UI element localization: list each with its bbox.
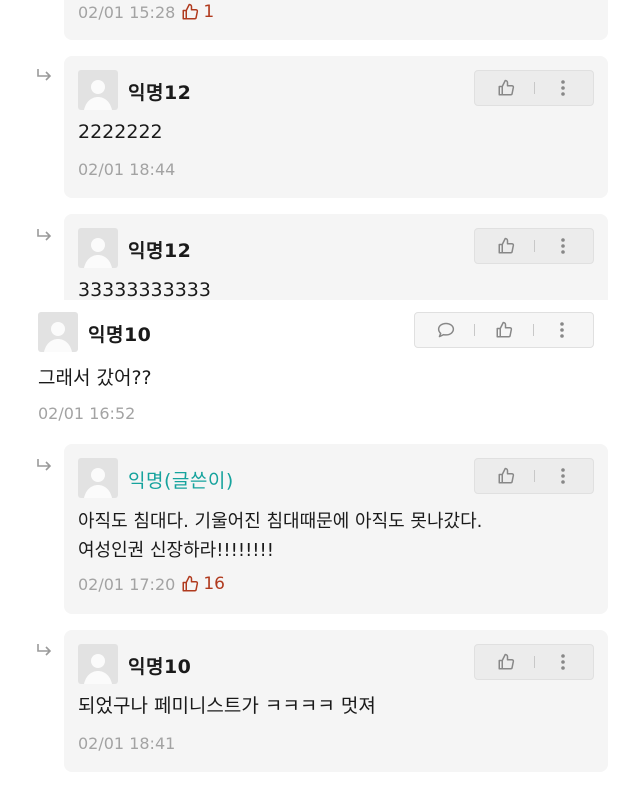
more-button[interactable]	[549, 317, 575, 343]
more-vertical-icon	[560, 80, 565, 96]
comment-meta: 02/01 16:52	[38, 404, 135, 423]
like-button[interactable]	[493, 233, 519, 259]
divider	[533, 470, 535, 482]
more-button[interactable]	[550, 649, 576, 675]
thumbs-up-icon	[182, 575, 199, 592]
divider	[533, 82, 535, 94]
reply-arrow-icon	[36, 643, 52, 657]
author-name[interactable]: 익명10	[88, 320, 151, 347]
avatar	[78, 458, 118, 498]
avatar	[78, 70, 118, 110]
more-vertical-icon	[560, 238, 565, 254]
thumbs-up-icon	[496, 321, 513, 338]
avatar-icon	[84, 80, 112, 110]
comment-meta: 02/01 15:28 1	[78, 2, 214, 22]
speech-bubble-icon	[437, 322, 454, 338]
author-name[interactable]: 익명10	[128, 652, 191, 679]
reply-arrow-icon	[36, 68, 52, 82]
thumbs-up-icon	[498, 467, 514, 484]
comment-meta: 02/01 17:20 16	[78, 574, 225, 594]
reply-card: 익명12 2222222 02/01 18:44	[64, 56, 608, 198]
comment-meta: 02/01 18:44	[78, 160, 175, 179]
timestamp: 02/01 18:41	[78, 734, 176, 753]
more-vertical-icon	[560, 322, 564, 338]
avatar-icon	[44, 322, 72, 352]
reply-button[interactable]	[433, 317, 459, 343]
like-button[interactable]	[493, 75, 519, 101]
like-button[interactable]	[493, 649, 519, 675]
like-button[interactable]	[491, 317, 517, 343]
thumbs-up-icon	[498, 653, 514, 670]
comment-text: 되었구나 페미니스트가 ㅋㅋㅋㅋ 멋져	[78, 695, 376, 717]
author-name[interactable]: 익명12	[128, 236, 191, 263]
author-name[interactable]: 익명12	[128, 78, 191, 105]
divider	[532, 324, 534, 336]
thumbs-up-icon	[498, 79, 514, 96]
more-vertical-icon	[560, 468, 565, 484]
reply-card: 02/01 15:28 1	[64, 0, 608, 40]
more-button[interactable]	[550, 75, 576, 101]
like-count-display[interactable]: 1	[181, 2, 214, 22]
thumbs-up-icon	[498, 237, 514, 254]
timestamp: 02/01 18:44	[78, 160, 176, 179]
timestamp: 02/01 15:28	[78, 2, 176, 22]
avatar	[38, 312, 78, 352]
avatar	[78, 228, 118, 268]
comment-card: 익명10 그래서 갔어?? 02/01 16:52	[0, 300, 640, 440]
timestamp: 02/01 16:52	[38, 404, 136, 423]
like-count-display[interactable]: 16	[181, 574, 225, 594]
reply-arrow-icon	[36, 458, 52, 472]
action-bar	[414, 312, 594, 348]
action-bar	[474, 228, 594, 264]
like-count: 16	[203, 574, 225, 594]
reply-card: 익명12 33333333333	[64, 214, 608, 314]
more-button[interactable]	[550, 233, 576, 259]
like-button[interactable]	[493, 463, 519, 489]
avatar-icon	[84, 238, 112, 268]
comment-text-line-2: 여성인권 신장하라!!!!!!!!	[78, 540, 274, 561]
comment-text: 2222222	[78, 121, 163, 143]
divider	[533, 240, 535, 252]
avatar-icon	[84, 654, 112, 684]
action-bar	[474, 70, 594, 106]
thumbs-up-icon	[182, 3, 199, 20]
like-count: 1	[203, 2, 215, 22]
comment-meta: 02/01 18:41	[78, 734, 175, 753]
timestamp: 02/01 17:20	[78, 574, 176, 594]
author-name-writer[interactable]: 익명(글쓴이)	[128, 466, 234, 493]
reply-arrow-icon	[36, 228, 52, 242]
avatar-icon	[84, 468, 112, 498]
avatar	[78, 644, 118, 684]
reply-card: 익명(글쓴이) 아직도 침대다. 기울어진 침대때문에 아직도 못나갔다. 여성…	[64, 444, 608, 614]
more-vertical-icon	[560, 654, 565, 670]
action-bar	[474, 458, 594, 494]
comment-text-line-1: 아직도 침대다. 기울어진 침대때문에 아직도 못나갔다.	[78, 511, 483, 532]
more-button[interactable]	[550, 463, 576, 489]
comment-text: 그래서 갔어??	[38, 367, 152, 389]
divider	[474, 324, 476, 336]
action-bar	[474, 644, 594, 680]
divider	[533, 656, 535, 668]
reply-card: 익명10 되었구나 페미니스트가 ㅋㅋㅋㅋ 멋져 02/01 18:41	[64, 630, 608, 772]
